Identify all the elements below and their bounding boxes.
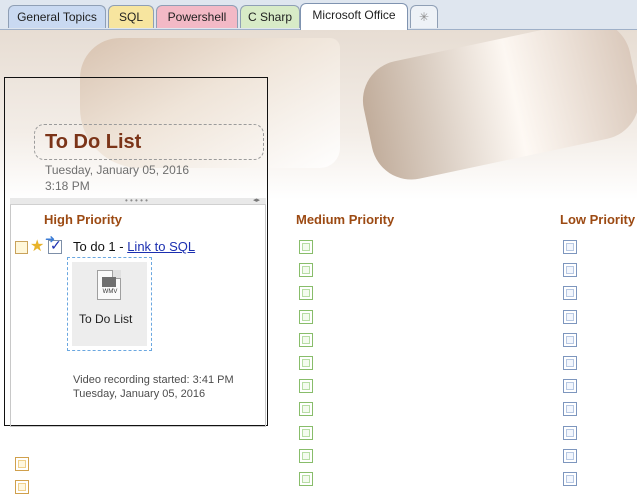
page-date: Tuesday, January 05, 2016 (45, 163, 190, 177)
medium-priority-checkbox-2[interactable] (299, 263, 313, 278)
low-priority-checkbox-8[interactable] (563, 402, 577, 417)
low-priority-checkbox-inner-1 (566, 243, 574, 251)
low-priority-checkbox-inner-9 (566, 428, 574, 437)
medium-priority-checkbox-7[interactable] (299, 379, 313, 394)
tab-sql[interactable]: SQL (108, 5, 154, 28)
medium-priority-checkbox-6[interactable] (299, 356, 313, 370)
high-priority-extra-checkbox-1[interactable] (15, 457, 29, 471)
tab-c-sharp[interactable]: C Sharp (240, 5, 300, 28)
medium-priority-checkbox-5[interactable] (299, 332, 313, 347)
banner-pencil-image (355, 30, 637, 187)
medium-priority-checkbox-inner-6 (302, 359, 310, 367)
high-priority-extra-checkbox-inner-1 (18, 460, 26, 468)
medium-priority-checkbox-1[interactable] (299, 240, 313, 254)
medium-priority-checkbox-9[interactable] (299, 425, 313, 440)
new-section-tab[interactable]: ✳ (410, 5, 438, 28)
low-priority-checkbox-2[interactable] (563, 263, 577, 278)
low-priority-checkbox-1[interactable] (563, 240, 577, 254)
medium-priority-checkbox-inner-11 (302, 475, 310, 483)
low-priority-checkbox-7[interactable] (563, 379, 577, 394)
medium-priority-checkbox-inner-10 (302, 451, 310, 460)
medium-priority-checkbox-inner-4 (302, 312, 310, 321)
page-time: 3:18 PM (45, 179, 90, 193)
medium-priority-checkbox-inner-8 (302, 405, 310, 414)
medium-priority-checkbox-inner-9 (302, 428, 310, 437)
low-priority-checkbox-5[interactable] (563, 332, 577, 347)
low-priority-checkbox-inner-3 (566, 289, 574, 298)
wmv-file-icon: WMV (97, 270, 121, 300)
container-resize-handle[interactable]: ◂▸ (253, 197, 263, 204)
low-priority-checkbox-inner-2 (566, 266, 574, 275)
low-priority-checkbox-9[interactable] (563, 425, 577, 440)
low-priority-checkbox-inner-8 (566, 405, 574, 414)
low-priority-checkbox-10[interactable] (563, 448, 577, 463)
video-recording-start: Video recording started: 3:41 PM (73, 374, 234, 386)
medium-priority-checkbox-inner-3 (302, 289, 310, 298)
check-icon: ✓ (50, 237, 62, 253)
low-priority-checkbox-inner-7 (566, 382, 574, 391)
tab-microsoft-office[interactable]: Microsoft Office (300, 3, 408, 30)
todo-checkbox[interactable]: ➜ ✓ (45, 232, 62, 254)
tag-box-high[interactable] (15, 241, 28, 254)
low-priority-checkbox-3[interactable] (563, 286, 577, 301)
low-priority-checkbox-4[interactable] (563, 309, 577, 324)
low-priority-checkbox-11[interactable] (563, 472, 577, 486)
video-recording-date: Tuesday, January 05, 2016 (73, 388, 206, 400)
todo-item-1[interactable]: To do 1 - Link to SQL (73, 239, 195, 254)
section-tab-bar: General Topics SQL Powershell C Sharp Mi… (0, 0, 637, 30)
todo-item-text: To do 1 - (73, 239, 128, 254)
drag-handle-dots: • • • • • (125, 196, 148, 205)
low-priority-checkbox-inner-11 (566, 475, 574, 483)
low-priority-checkbox-inner-10 (566, 451, 574, 460)
medium-priority-checkbox-8[interactable] (299, 402, 313, 417)
medium-priority-checkbox-inner-5 (302, 335, 310, 344)
medium-priority-checkbox-inner-7 (302, 382, 310, 391)
tab-powershell[interactable]: Powershell (156, 5, 238, 28)
star-icon: ★ (30, 238, 45, 255)
film-icon (102, 277, 116, 287)
medium-priority-checkbox-10[interactable] (299, 448, 313, 463)
high-priority-extra-checkbox-2[interactable] (15, 480, 29, 495)
medium-priority-checkbox-11[interactable] (299, 472, 313, 486)
low-priority-checkbox-inner-4 (566, 312, 574, 321)
column-title-low-priority: Low Priority (560, 212, 636, 227)
column-title-high-priority: High Priority (44, 212, 123, 227)
page-title[interactable]: To Do List (45, 131, 141, 154)
column-title-medium-priority: Medium Priority (296, 212, 395, 227)
low-priority-checkbox-6[interactable] (563, 356, 577, 370)
medium-priority-checkbox-3[interactable] (299, 286, 313, 301)
attachment-label: To Do List (79, 312, 133, 326)
low-priority-checkbox-inner-6 (566, 359, 574, 367)
file-type-label: WMV (102, 289, 118, 295)
medium-priority-checkbox-inner-2 (302, 266, 310, 275)
medium-priority-checkbox-inner-1 (302, 243, 310, 251)
low-priority-checkbox-inner-5 (566, 335, 574, 344)
high-priority-extra-checkbox-inner-2 (18, 483, 26, 492)
medium-priority-checkbox-4[interactable] (299, 309, 313, 324)
link-to-sql[interactable]: Link to SQL (127, 239, 195, 254)
tab-general-topics[interactable]: General Topics (8, 5, 106, 28)
